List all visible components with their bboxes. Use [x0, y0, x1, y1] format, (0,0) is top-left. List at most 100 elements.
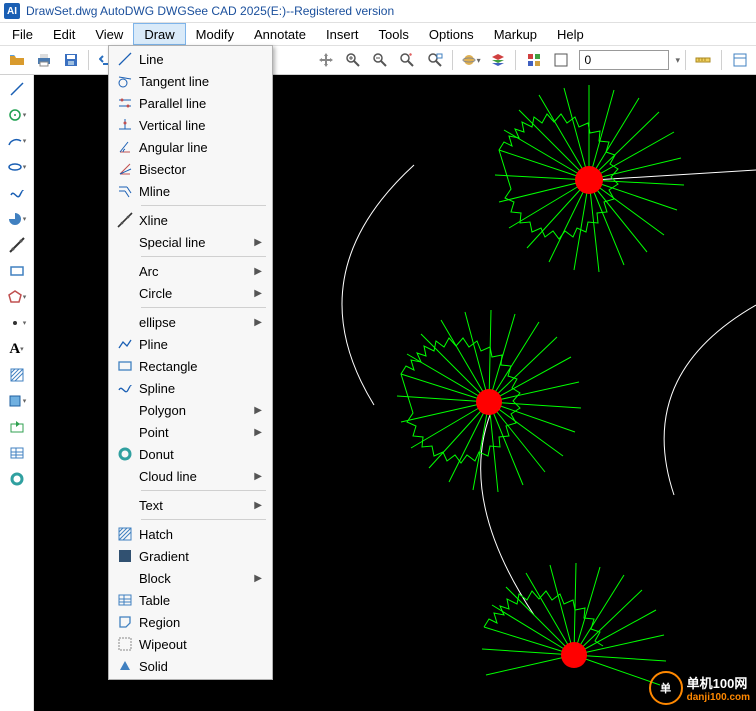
menu-annotate[interactable]: Annotate	[244, 23, 316, 45]
zoom-window-button[interactable]	[422, 48, 447, 72]
menu-item-label: Mline	[139, 184, 262, 199]
menu-help[interactable]: Help	[547, 23, 594, 45]
menu-item-point[interactable]: Point ▶	[111, 421, 270, 443]
menu-item-bisector[interactable]: Bisector	[111, 158, 270, 180]
menu-item-block[interactable]: Block ▶	[111, 567, 270, 589]
side-spline-button[interactable]	[6, 183, 28, 203]
menu-item-vertical-line[interactable]: Vertical line	[111, 114, 270, 136]
layer-input[interactable]	[579, 50, 669, 70]
menu-item-xline[interactable]: Xline	[111, 209, 270, 231]
side-hatch-button[interactable]	[6, 365, 28, 385]
app-icon: AI	[4, 3, 20, 19]
submenu-arrow-icon: ▶	[254, 237, 262, 248]
layer-color-button[interactable]	[548, 48, 573, 72]
menu-item-circle[interactable]: Circle ▶	[111, 282, 270, 304]
submenu-arrow-icon: ▶	[254, 500, 262, 511]
side-pie-button[interactable]: ▾	[6, 209, 28, 229]
hatch-icon	[111, 526, 139, 542]
menu-item-label: Wipeout	[139, 637, 262, 652]
menu-item-angular-line[interactable]: Angular line	[111, 136, 270, 158]
zoom-extents-button[interactable]	[395, 48, 420, 72]
menu-draw[interactable]: Draw	[133, 23, 185, 45]
menu-item-pline[interactable]: Pline	[111, 333, 270, 355]
menu-view[interactable]: View	[85, 23, 133, 45]
side-point-button[interactable]: ▾	[6, 313, 28, 333]
menu-item-table[interactable]: Table	[111, 589, 270, 611]
menu-insert[interactable]: Insert	[316, 23, 369, 45]
view-3d-button[interactable]: ▾	[458, 48, 483, 72]
properties-button[interactable]	[727, 48, 752, 72]
menu-markup[interactable]: Markup	[484, 23, 547, 45]
print-button[interactable]	[31, 48, 56, 72]
menu-item-gradient[interactable]: Gradient	[111, 545, 270, 567]
menu-item-parallel-line[interactable]: Parallel line	[111, 92, 270, 114]
menu-item-text[interactable]: Text ▶	[111, 494, 270, 516]
menu-item-label: Vertical line	[139, 118, 262, 133]
measure-button[interactable]	[691, 48, 716, 72]
submenu-arrow-icon: ▶	[254, 405, 262, 416]
pan-button[interactable]	[314, 48, 339, 72]
menu-options[interactable]: Options	[419, 23, 484, 45]
submenu-arrow-icon: ▶	[254, 471, 262, 482]
menu-item-mline[interactable]: Mline	[111, 180, 270, 202]
menu-item-label: Line	[139, 52, 262, 67]
menu-item-line[interactable]: Line	[111, 48, 270, 70]
side-insert-button[interactable]	[6, 417, 28, 437]
menu-item-donut[interactable]: Donut	[111, 443, 270, 465]
spline-icon	[111, 380, 139, 396]
menu-edit[interactable]: Edit	[43, 23, 85, 45]
side-text-button[interactable]: A▾	[6, 339, 28, 359]
pline-icon	[111, 336, 139, 352]
side-block-button[interactable]: ▾	[6, 391, 28, 411]
zoom-out-button[interactable]	[368, 48, 393, 72]
rect-icon	[111, 358, 139, 374]
side-table-button[interactable]	[6, 443, 28, 463]
menu-item-arc[interactable]: Arc ▶	[111, 260, 270, 282]
table-icon	[111, 592, 139, 608]
separator	[721, 50, 722, 70]
menu-item-wipeout[interactable]: Wipeout	[111, 633, 270, 655]
title-bar: AI DrawSet.dwg AutoDWG DWGSee CAD 2025(E…	[0, 0, 756, 23]
menu-file[interactable]: File	[2, 23, 43, 45]
menu-item-rectangle[interactable]: Rectangle	[111, 355, 270, 377]
separator	[685, 50, 686, 70]
separator	[88, 50, 89, 70]
menu-item-label: Donut	[139, 447, 262, 462]
side-circle-button[interactable]: ▾	[6, 105, 28, 125]
menu-item-label: ellipse	[139, 315, 254, 330]
solid-icon	[111, 658, 139, 674]
menu-tools[interactable]: Tools	[369, 23, 419, 45]
side-ellipse-button[interactable]: ▾	[6, 157, 28, 177]
separator	[452, 50, 453, 70]
menu-item-special-line[interactable]: Special line ▶	[111, 231, 270, 253]
menu-item-label: Circle	[139, 286, 254, 301]
watermark: 单 单机100网 danji100.com	[649, 671, 750, 705]
layer-manager-button[interactable]	[521, 48, 546, 72]
menu-item-hatch[interactable]: Hatch	[111, 523, 270, 545]
side-polygon-button[interactable]: ▾	[6, 287, 28, 307]
menu-item-polygon[interactable]: Polygon ▶	[111, 399, 270, 421]
save-button[interactable]	[58, 48, 83, 72]
open-button[interactable]	[4, 48, 29, 72]
side-arc-button[interactable]: ▾	[6, 131, 28, 151]
menu-item-label: Cloud line	[139, 469, 254, 484]
zoom-in-button[interactable]	[341, 48, 366, 72]
side-rect-button[interactable]	[6, 261, 28, 281]
menu-item-cloud-line[interactable]: Cloud line ▶	[111, 465, 270, 487]
side-donut-button[interactable]	[6, 469, 28, 489]
side-line-button[interactable]	[6, 79, 28, 99]
region-icon	[111, 614, 139, 630]
menu-item-tangent-line[interactable]: Tangent line	[111, 70, 270, 92]
menu-item-label: Solid	[139, 659, 262, 674]
menu-modify[interactable]: Modify	[186, 23, 244, 45]
menu-item-solid[interactable]: Solid	[111, 655, 270, 677]
menu-bar: File Edit View Draw Modify Annotate Inse…	[0, 23, 756, 45]
side-xline-button[interactable]	[6, 235, 28, 255]
menu-item-spline[interactable]: Spline	[111, 377, 270, 399]
menu-item-region[interactable]: Region	[111, 611, 270, 633]
parallel-icon	[111, 95, 139, 111]
menu-item-ellipse[interactable]: ellipse ▶	[111, 311, 270, 333]
tangent-icon	[111, 73, 139, 89]
submenu-arrow-icon: ▶	[254, 573, 262, 584]
layers-button[interactable]	[485, 48, 510, 72]
